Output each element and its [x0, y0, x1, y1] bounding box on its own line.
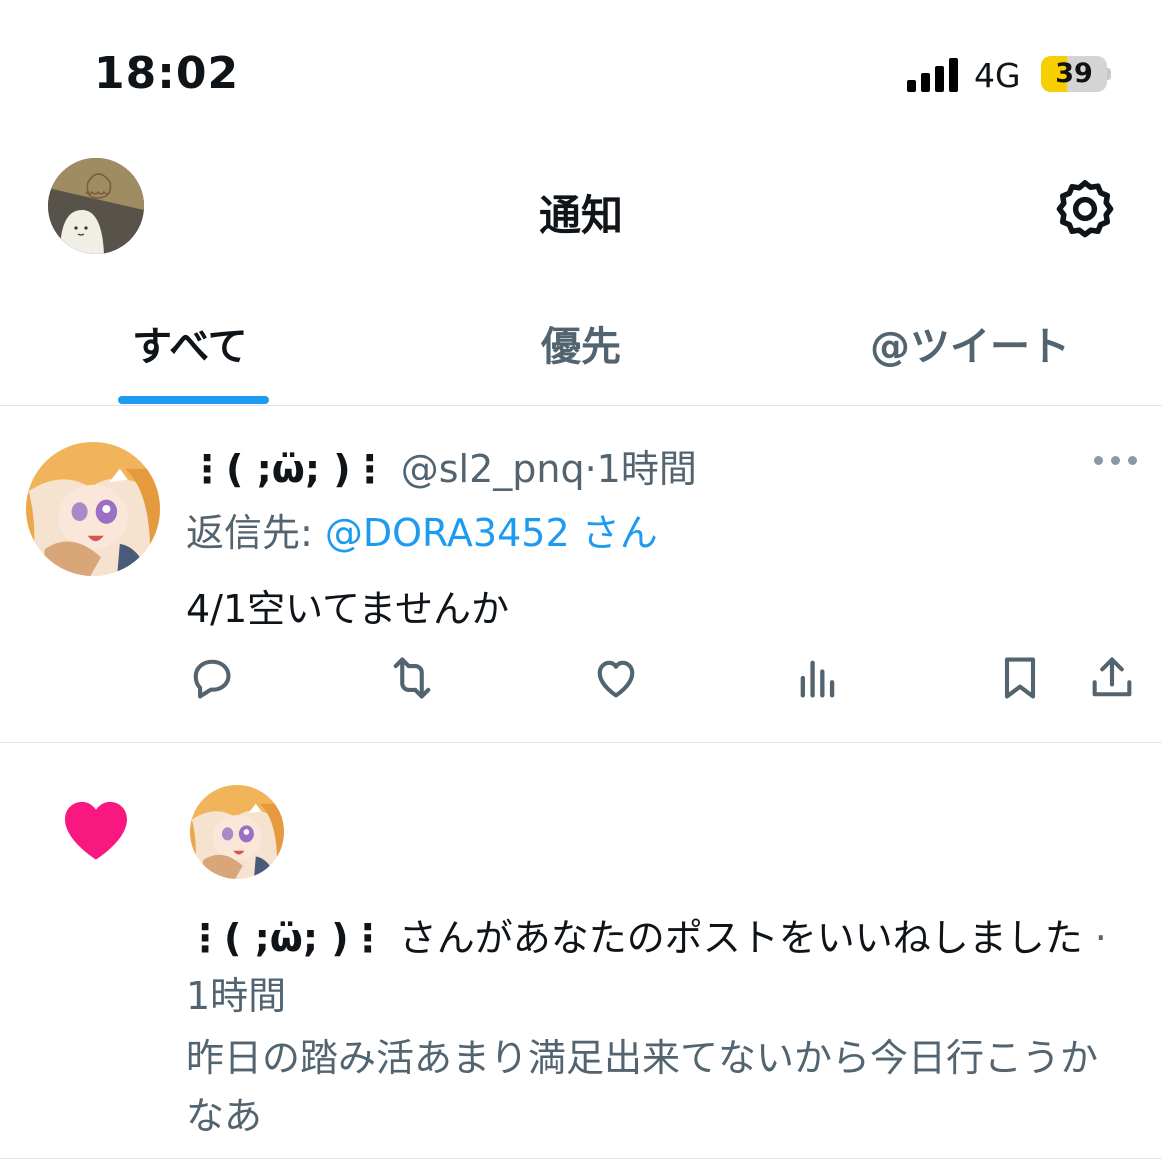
more-icon[interactable] — [1094, 450, 1138, 470]
page-title: 通知 — [538, 191, 623, 240]
display-name[interactable]: ⋮( ;ω̈; )⋮ — [188, 447, 389, 491]
reply-mention-link[interactable]: @DORA3452 さん — [325, 511, 658, 555]
tweet-text: 4/1空いてませんか — [186, 587, 509, 631]
views-icon[interactable] — [792, 652, 844, 704]
post-preview[interactable]: 昨日の踏み活あまり満足出来てないから今日行こうかなあ — [186, 1029, 1126, 1145]
tab-priority[interactable]: 優先 — [541, 314, 621, 372]
tab-mentions[interactable]: @ツイート — [870, 314, 1070, 372]
separator-dot: · — [584, 447, 597, 491]
network-type: 4G — [974, 56, 1021, 95]
status-time: 18:02 — [94, 48, 240, 99]
reply-label: 返信先: — [186, 511, 325, 555]
separator-dot: · — [1082, 916, 1107, 960]
notification-text: ⋮( ;ω̈; )⋮ さんがあなたのポストをいいねしました · 1時間 — [186, 909, 1126, 1025]
heart-icon — [62, 799, 130, 861]
reply-tweet[interactable]: ⋮( ;ω̈; )⋮ @sl2_pnq·1時間 返信先: @DORA3452 さ… — [0, 406, 1162, 743]
gear-icon[interactable] — [1052, 176, 1118, 242]
like-icon[interactable] — [590, 652, 642, 704]
notification-time: 1時間 — [186, 974, 287, 1018]
cellular-signal-icon — [907, 58, 959, 92]
notification-tabs: すべて 優先 @ツイート — [0, 290, 1162, 406]
actor-name[interactable]: ⋮( ;ω̈; )⋮ — [186, 916, 387, 960]
user-avatar[interactable] — [26, 442, 160, 576]
battery-icon: 39 — [1041, 56, 1111, 92]
share-icon[interactable] — [1086, 652, 1138, 704]
tweet-time[interactable]: 1時間 — [597, 447, 697, 491]
liker-avatar[interactable] — [190, 785, 284, 879]
reply-icon[interactable] — [186, 652, 238, 704]
retweet-icon[interactable] — [386, 652, 438, 704]
tweet-header: ⋮( ;ω̈; )⋮ @sl2_pnq·1時間 — [188, 438, 697, 493]
active-tab-indicator — [118, 396, 269, 404]
bookmark-icon[interactable] — [994, 652, 1046, 704]
battery-percent: 39 — [1055, 58, 1093, 89]
notification-message: さんがあなたのポストをいいねしました — [386, 916, 1083, 960]
like-notification[interactable]: ⋮( ;ω̈; )⋮ さんがあなたのポストをいいねしました · 1時間 昨日の踏… — [0, 743, 1162, 1159]
status-bar: 18:02 4G 39 — [0, 0, 1162, 140]
tab-all[interactable]: すべて — [132, 314, 248, 372]
reply-context: 返信先: @DORA3452 さん — [186, 502, 658, 557]
user-handle[interactable]: @sl2_pnq — [401, 447, 585, 491]
